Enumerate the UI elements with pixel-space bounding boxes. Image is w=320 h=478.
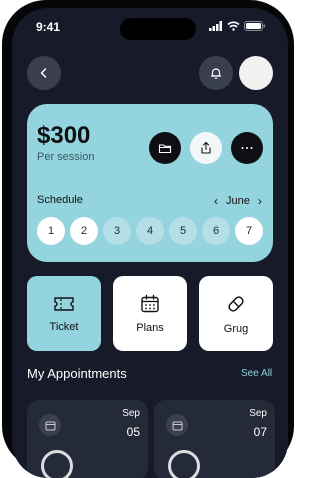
appointment-icon <box>166 414 188 436</box>
day-2[interactable]: 2 <box>70 217 98 245</box>
chevron-right-icon[interactable]: › <box>258 194 262 208</box>
day-4[interactable]: 4 <box>136 217 164 245</box>
more-button[interactable] <box>231 132 263 164</box>
schedule-label: Schedule <box>37 194 83 206</box>
pill-icon <box>228 295 244 312</box>
ticket-tile[interactable]: Ticket <box>27 276 101 351</box>
appointment-card[interactable]: Sep 07 <box>154 400 275 478</box>
day-3[interactable]: 3 <box>103 217 131 245</box>
chevron-left-icon <box>40 68 47 78</box>
tile-label-ticket: Ticket <box>49 320 79 333</box>
see-all-link[interactable]: See All <box>241 368 272 379</box>
notification-button[interactable] <box>199 56 233 90</box>
price-subtitle: Per session <box>37 151 95 163</box>
tile-label-grug: Grug <box>223 322 249 335</box>
appointment-month: Sep <box>249 408 267 419</box>
signal-icon <box>209 21 222 31</box>
calendar-icon <box>172 421 182 430</box>
share-icon <box>201 141 211 154</box>
day-5[interactable]: 5 <box>169 217 197 245</box>
bell-icon <box>210 68 222 79</box>
appointment-card[interactable]: Sep 05 <box>27 400 148 478</box>
day-picker: 1 2 3 4 5 6 7 <box>37 217 263 245</box>
appointment-avatar <box>41 450 73 478</box>
status-icons <box>209 21 266 31</box>
chevron-left-icon[interactable]: ‹ <box>214 194 218 208</box>
grug-tile[interactable]: Grug <box>199 276 273 351</box>
calendar-icon <box>45 421 55 430</box>
day-7[interactable]: 7 <box>235 217 263 245</box>
status-time: 9:41 <box>36 20 61 34</box>
day-6[interactable]: 6 <box>202 217 230 245</box>
avatar[interactable] <box>239 56 273 90</box>
share-button[interactable] <box>190 132 222 164</box>
tile-label-plans: Plans <box>136 321 164 334</box>
month-selector: ‹ June › <box>214 194 262 208</box>
appointment-icon <box>39 414 61 436</box>
session-price: $300 <box>37 122 91 149</box>
dynamic-island <box>120 18 196 40</box>
appointments-title: My Appointments <box>27 366 127 381</box>
appointment-day: 05 <box>126 425 140 439</box>
appointment-avatar <box>168 450 200 478</box>
plans-tile[interactable]: Plans <box>113 276 187 351</box>
month-label: June <box>226 195 250 207</box>
folder-icon <box>158 144 172 154</box>
phone-frame: 9:41 $300 Per session Schedule ‹ June › … <box>2 0 294 478</box>
app-screen: 9:41 $300 Per session Schedule ‹ June › … <box>12 8 288 478</box>
battery-icon <box>244 21 265 31</box>
more-icon <box>241 147 253 149</box>
wifi-icon <box>227 21 240 31</box>
back-button[interactable] <box>27 56 61 90</box>
folder-button[interactable] <box>149 132 181 164</box>
calendar-icon <box>141 294 159 312</box>
ticket-icon <box>54 296 74 311</box>
appointment-day: 07 <box>253 425 267 439</box>
day-1[interactable]: 1 <box>37 217 65 245</box>
session-card: $300 Per session Schedule ‹ June › 1 2 3… <box>27 104 273 262</box>
appointment-month: Sep <box>122 408 140 419</box>
